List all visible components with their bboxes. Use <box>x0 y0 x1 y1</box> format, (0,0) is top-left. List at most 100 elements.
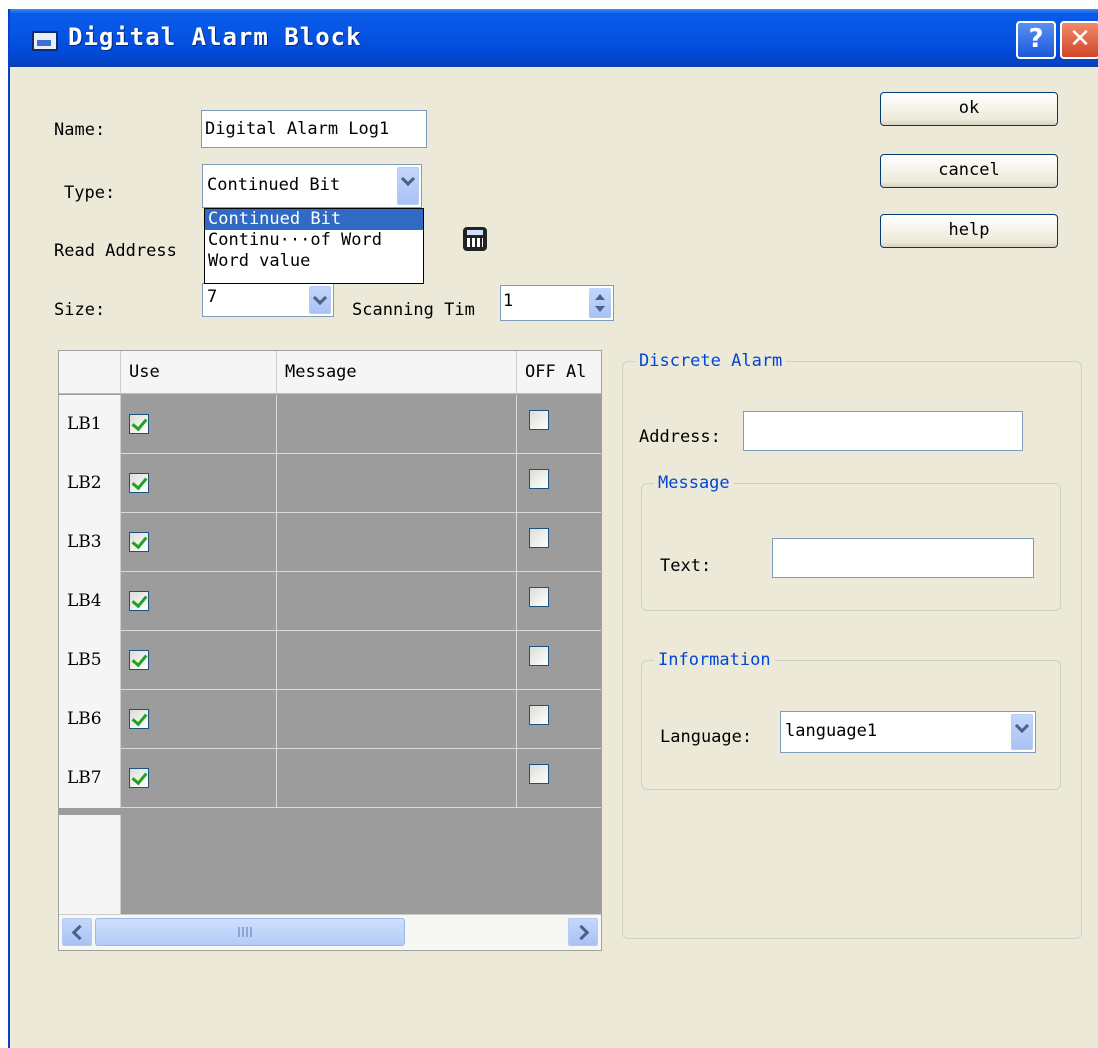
help-button[interactable]: help <box>880 214 1058 248</box>
scanning-time-label: Scanning Tim <box>352 300 475 320</box>
row-header[interactable]: LB6 <box>59 690 121 749</box>
use-checkbox[interactable] <box>129 473 149 493</box>
use-checkbox[interactable] <box>129 709 149 729</box>
table-row[interactable]: LB2 <box>59 454 601 513</box>
language-select[interactable]: language1 <box>780 711 1036 753</box>
title-bar[interactable]: Digital Alarm Block ? ✕ <box>10 9 1098 67</box>
off-alarm-checkbox[interactable] <box>529 764 549 784</box>
use-checkbox[interactable] <box>129 532 149 552</box>
chevron-down-icon[interactable] <box>1011 714 1033 750</box>
close-button[interactable]: ✕ <box>1060 21 1098 59</box>
off-alarm-cell[interactable] <box>517 631 601 690</box>
use-cell[interactable] <box>121 454 277 513</box>
name-label: Name: <box>54 120 106 140</box>
table-row[interactable]: LB5 <box>59 631 601 690</box>
dropdown-option-continued-bit[interactable]: Continued Bit <box>205 209 423 230</box>
off-alarm-cell[interactable] <box>517 395 601 454</box>
row-header[interactable]: LB4 <box>59 572 121 631</box>
chevron-down-icon[interactable] <box>309 286 331 314</box>
off-alarm-cell[interactable] <box>517 513 601 572</box>
discrete-alarm-group: Discrete Alarm Address: Message Text: In… <box>622 350 1082 939</box>
off-alarm-cell[interactable] <box>517 454 601 513</box>
message-cell[interactable] <box>277 749 517 808</box>
type-dropdown-list: Continued Bit Continu···of Word Word val… <box>204 208 424 284</box>
discrete-alarm-title: Discrete Alarm <box>635 350 787 372</box>
alarm-grid[interactable]: Use Message OFF Al LB1 LB2 LB3 LB4 LB5 LB6 LB7 <box>58 350 602 951</box>
table-row[interactable]: LB3 <box>59 513 601 572</box>
size-label: Size: <box>54 300 106 320</box>
chevron-down-icon[interactable] <box>397 167 419 205</box>
off-alarm-cell[interactable] <box>517 749 601 808</box>
message-cell[interactable] <box>277 454 517 513</box>
table-row[interactable]: LB6 <box>59 690 601 749</box>
column-header-message[interactable]: Message <box>277 351 517 394</box>
grid-header: Use Message OFF Al <box>59 351 601 394</box>
message-group-title: Message <box>654 472 734 494</box>
dialog-window: Digital Alarm Block ? ✕ Name: Digital Al… <box>8 9 1098 1048</box>
message-text-input[interactable] <box>772 538 1034 578</box>
scanning-time-spinner[interactable]: 1 <box>500 285 614 321</box>
use-cell[interactable] <box>121 513 277 572</box>
row-header[interactable]: LB7 <box>59 749 121 808</box>
size-select[interactable]: 7 <box>202 283 334 317</box>
off-alarm-checkbox[interactable] <box>529 469 549 489</box>
off-alarm-checkbox[interactable] <box>529 528 549 548</box>
spin-down-icon[interactable] <box>595 306 605 312</box>
column-header-use[interactable]: Use <box>121 351 277 394</box>
size-select-value: 7 <box>207 287 218 307</box>
message-cell[interactable] <box>277 631 517 690</box>
off-alarm-checkbox[interactable] <box>529 410 549 430</box>
grip-icon <box>238 927 252 937</box>
row-header[interactable]: LB3 <box>59 513 121 572</box>
help-title-button[interactable]: ? <box>1016 21 1056 59</box>
off-alarm-checkbox[interactable] <box>529 646 549 666</box>
use-cell[interactable] <box>121 690 277 749</box>
scanning-time-value: 1 <box>503 291 514 311</box>
scroll-left-icon[interactable] <box>62 918 92 946</box>
window-title: Digital Alarm Block <box>68 23 362 51</box>
cancel-button[interactable]: cancel <box>880 154 1058 188</box>
row-header[interactable]: LB2 <box>59 454 121 513</box>
calculator-icon[interactable] <box>463 227 487 251</box>
use-cell[interactable] <box>121 749 277 808</box>
dropdown-option-word-value[interactable]: Word value <box>205 251 423 272</box>
type-label: Type: <box>64 183 116 203</box>
off-alarm-checkbox[interactable] <box>529 705 549 725</box>
use-checkbox[interactable] <box>129 768 149 788</box>
information-group: Information Language: language1 <box>641 649 1061 790</box>
use-cell[interactable] <box>121 631 277 690</box>
type-select-value: Continued Bit <box>207 175 341 195</box>
use-cell[interactable] <box>121 572 277 631</box>
table-row[interactable]: LB4 <box>59 572 601 631</box>
off-alarm-cell[interactable] <box>517 572 601 631</box>
message-cell[interactable] <box>277 572 517 631</box>
row-header[interactable]: LB1 <box>59 395 121 454</box>
use-checkbox[interactable] <box>129 650 149 670</box>
read-address-label: Read Address <box>54 241 177 261</box>
name-input[interactable]: Digital Alarm Log1 <box>201 110 427 148</box>
information-group-title: Information <box>654 649 775 671</box>
message-cell[interactable] <box>277 690 517 749</box>
off-alarm-checkbox[interactable] <box>529 587 549 607</box>
scroll-thumb[interactable] <box>95 918 405 946</box>
use-checkbox[interactable] <box>129 591 149 611</box>
scroll-right-icon[interactable] <box>568 918 598 946</box>
column-header-off-alarm[interactable]: OFF Al <box>517 351 601 394</box>
ok-button[interactable]: ok <box>880 92 1058 126</box>
address-input[interactable] <box>743 411 1023 451</box>
grid-corner <box>59 351 121 394</box>
text-label: Text: <box>660 556 712 576</box>
message-cell[interactable] <box>277 513 517 572</box>
use-cell[interactable] <box>121 395 277 454</box>
spinner-buttons[interactable] <box>589 288 611 318</box>
dropdown-option-continuous-word[interactable]: Continu···of Word <box>205 230 423 251</box>
horizontal-scrollbar[interactable] <box>59 914 601 950</box>
use-checkbox[interactable] <box>129 414 149 434</box>
spin-up-icon[interactable] <box>595 294 605 300</box>
table-row[interactable]: LB1 <box>59 395 601 454</box>
table-row[interactable]: LB7 <box>59 749 601 808</box>
message-cell[interactable] <box>277 395 517 454</box>
type-select[interactable]: Continued Bit <box>202 164 422 208</box>
off-alarm-cell[interactable] <box>517 690 601 749</box>
row-header[interactable]: LB5 <box>59 631 121 690</box>
